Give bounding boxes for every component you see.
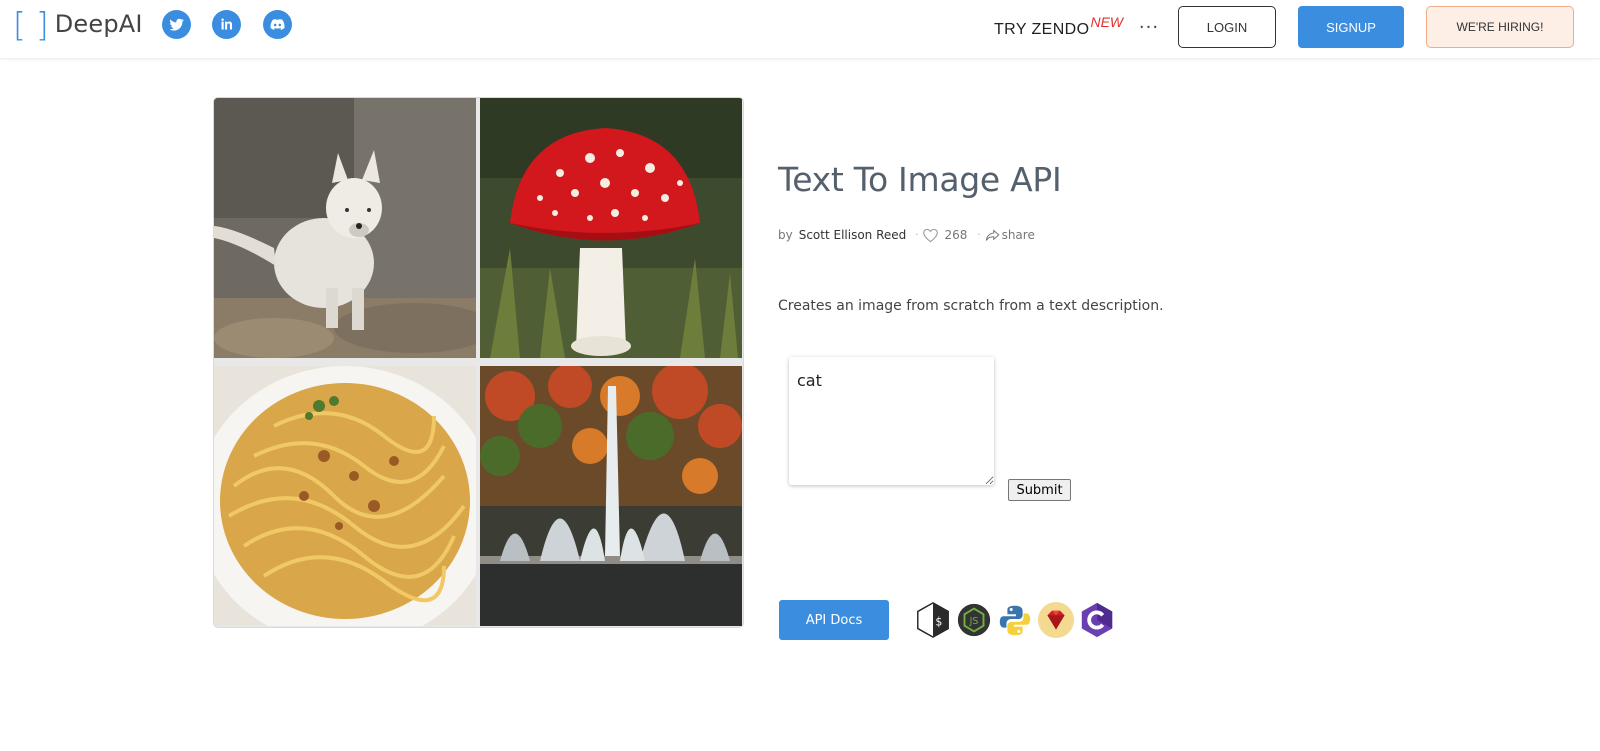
share-link[interactable]: share	[985, 228, 1035, 242]
svg-text:$: $	[935, 615, 942, 629]
fountain-image	[480, 366, 742, 626]
top-navbar: [ ] DeepAI TRY ZENDO NEW ··· LOGIN SIGNU…	[0, 0, 1600, 58]
signup-button[interactable]: SIGNUP	[1298, 6, 1404, 48]
hiring-button[interactable]: WE'RE HIRING!	[1426, 6, 1574, 48]
discord-icon[interactable]	[263, 10, 292, 39]
try-zendo-label: TRY ZENDO	[994, 21, 1090, 38]
prompt-input[interactable]	[789, 357, 994, 485]
login-button[interactable]: LOGIN	[1178, 6, 1276, 48]
nodejs-icon[interactable]: JS	[955, 601, 993, 639]
api-description: Creates an image from scratch from a tex…	[778, 298, 1164, 314]
deepai-logo[interactable]: [ ] DeepAI	[13, 6, 143, 42]
share-label: share	[1001, 228, 1035, 242]
wolf-image	[214, 98, 476, 358]
mushroom-image	[480, 98, 742, 358]
share-icon	[985, 228, 1000, 241]
likes-count: 268	[944, 228, 968, 242]
by-label: by	[778, 228, 793, 242]
example-image-grid	[213, 97, 744, 628]
submit-button[interactable]: Submit	[1008, 479, 1071, 501]
author-link[interactable]: Scott Ellison Reed	[799, 228, 907, 242]
new-badge: NEW	[1090, 14, 1124, 30]
bash-icon[interactable]: $	[914, 601, 952, 639]
python-icon[interactable]	[996, 601, 1034, 639]
svg-text:JS: JS	[969, 616, 979, 627]
author-meta: by Scott Ellison Reed · 268 · share	[778, 224, 1035, 246]
heart-icon[interactable]	[922, 228, 939, 243]
try-zendo-link[interactable]: TRY ZENDO NEW	[994, 14, 1123, 42]
logo-bracket-right: ]	[35, 4, 49, 44]
csharp-icon[interactable]	[1078, 601, 1116, 639]
pasta-image	[214, 366, 476, 626]
logo-bracket-left: [	[13, 4, 26, 44]
more-menu-icon[interactable]: ···	[1138, 16, 1160, 38]
ruby-icon[interactable]	[1037, 601, 1075, 639]
logo-wordmark: DeepAI	[54, 10, 143, 38]
twitter-icon[interactable]	[162, 10, 191, 39]
api-docs-button[interactable]: API Docs	[779, 600, 889, 640]
page-title: Text To Image API	[778, 160, 1062, 199]
separator-dot: ·	[977, 229, 981, 241]
linkedin-icon[interactable]	[212, 10, 241, 39]
separator-dot: ·	[915, 229, 919, 241]
